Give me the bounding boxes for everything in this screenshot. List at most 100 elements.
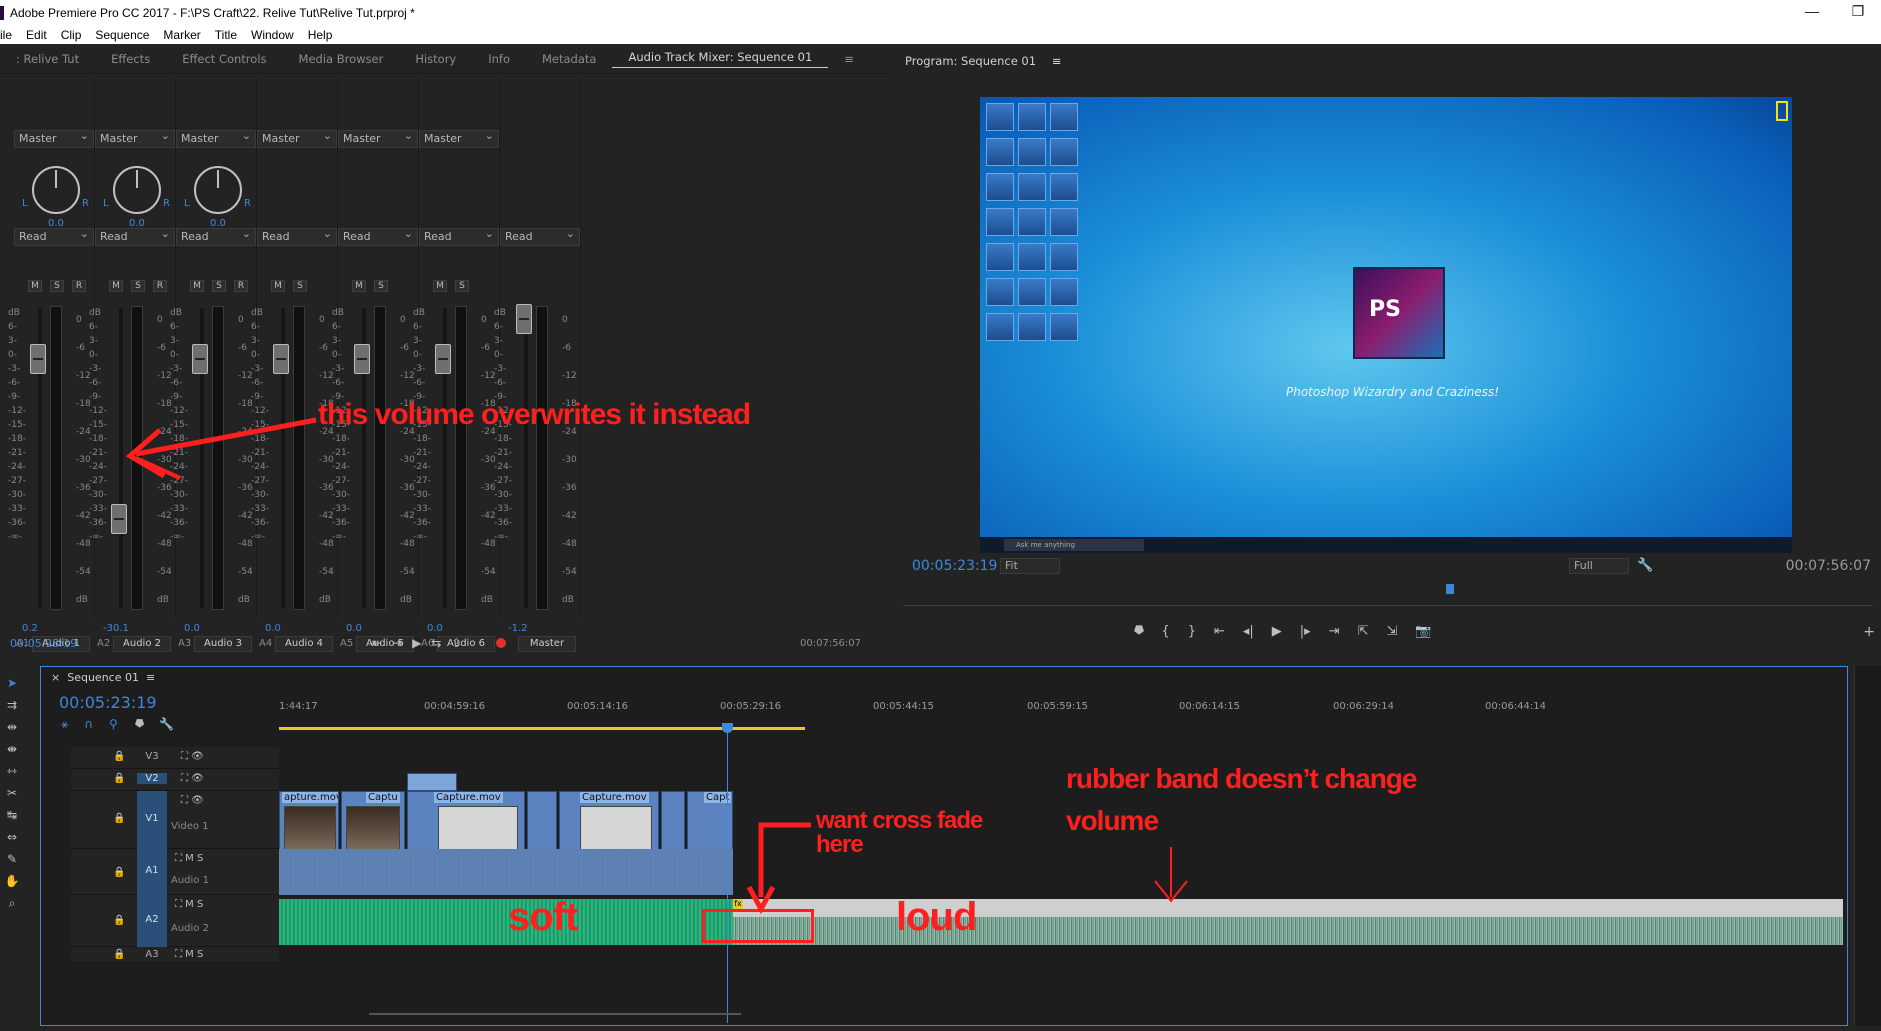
- video-clip[interactable]: Captu: [341, 791, 405, 853]
- volume-fader[interactable]: [273, 344, 289, 374]
- channel-button[interactable]: S: [50, 280, 64, 292]
- volume-fader[interactable]: [516, 304, 532, 334]
- go-to-out-icon[interactable]: ⇥: [1329, 624, 1340, 639]
- track-controls[interactable]: ⛶ M S: [175, 899, 203, 910]
- razor-tool-icon[interactable]: ✂: [7, 786, 17, 800]
- panel-menu-icon[interactable]: ≡: [1052, 54, 1062, 68]
- volume-fader[interactable]: [435, 344, 451, 374]
- tab-metadata[interactable]: Metadata: [526, 52, 612, 66]
- record-button[interactable]: [496, 638, 506, 648]
- menu-file[interactable]: ile: [0, 28, 12, 42]
- menu-help[interactable]: Help: [308, 28, 333, 42]
- lock-icon[interactable]: 🔒: [113, 867, 125, 878]
- program-playhead[interactable]: [1446, 584, 1454, 594]
- channel-button[interactable]: S: [374, 280, 388, 292]
- channel-button[interactable]: M: [352, 280, 366, 292]
- nest-icon[interactable]: ⚹: [61, 717, 68, 732]
- channel-button[interactable]: S: [131, 280, 145, 292]
- slide-tool-icon[interactable]: ⇔: [7, 830, 17, 844]
- volume-fader[interactable]: [192, 344, 208, 374]
- channel-button[interactable]: M: [28, 280, 42, 292]
- pan-knob[interactable]: [194, 166, 242, 214]
- video-clip[interactable]: [661, 791, 685, 853]
- minimize-button[interactable]: —: [1789, 0, 1835, 26]
- channel-button[interactable]: M: [190, 280, 204, 292]
- slip-tool-icon[interactable]: ↹: [7, 808, 17, 822]
- v2-clip[interactable]: [407, 773, 457, 791]
- channel-button[interactable]: S: [212, 280, 226, 292]
- audio-clip-a2-soft[interactable]: [279, 899, 733, 945]
- track-controls[interactable]: ⛶ M S: [175, 949, 203, 960]
- track-id[interactable]: A1: [137, 849, 167, 895]
- channel-button[interactable]: S: [293, 280, 307, 292]
- linked-selection-icon[interactable]: ⚲: [109, 717, 118, 732]
- scroll-thumb[interactable]: [369, 1013, 741, 1015]
- export-frame-icon[interactable]: 📷: [1415, 624, 1431, 639]
- add-marker-icon[interactable]: ⯂: [134, 717, 144, 732]
- menu-marker[interactable]: Marker: [163, 28, 200, 42]
- tab-history[interactable]: History: [399, 52, 472, 66]
- channel-button[interactable]: M: [271, 280, 285, 292]
- tab-project[interactable]: : Relive Tut: [0, 52, 95, 66]
- audio-clip-a1[interactable]: [279, 849, 733, 895]
- wrench-icon[interactable]: 🔧: [1637, 558, 1653, 573]
- pan-knob[interactable]: [113, 166, 161, 214]
- step-forward-icon[interactable]: |▸: [1300, 624, 1311, 639]
- lock-icon[interactable]: 🔒: [113, 915, 125, 926]
- tab-effects[interactable]: Effects: [95, 52, 166, 66]
- video-clip[interactable]: Capture.mov: [559, 791, 659, 853]
- quality-select[interactable]: Full: [1569, 558, 1629, 574]
- pen-tool-icon[interactable]: ✎: [7, 852, 17, 866]
- channel-button[interactable]: S: [455, 280, 469, 292]
- mark-out-icon[interactable]: }: [1188, 624, 1196, 639]
- automation-mode-select[interactable]: Read: [500, 226, 580, 246]
- timeline-timecode[interactable]: 00:05:23:19: [59, 693, 157, 712]
- panel-menu-icon[interactable]: ≡: [828, 52, 870, 66]
- restore-button[interactable]: ❐: [1835, 0, 1881, 26]
- menu-title[interactable]: Title: [215, 28, 237, 42]
- volume-fader[interactable]: [354, 344, 370, 374]
- lock-icon[interactable]: 🔒: [113, 751, 125, 762]
- selection-tool-icon[interactable]: ➤: [7, 676, 17, 690]
- track-id[interactable]: V2: [137, 773, 167, 784]
- step-back-icon[interactable]: ◂|: [1243, 624, 1254, 639]
- menu-sequence[interactable]: Sequence: [95, 28, 149, 42]
- go-to-in-icon[interactable]: ⇤: [1214, 624, 1225, 639]
- channel-button[interactable]: M: [109, 280, 123, 292]
- tab-media-browser[interactable]: Media Browser: [283, 52, 400, 66]
- timeline-ruler[interactable]: 1:44:17 00:04:59:16 00:05:14:16 00:05:29…: [279, 701, 1839, 731]
- track-id[interactable]: A3: [137, 949, 167, 960]
- volume-fader[interactable]: [111, 504, 127, 534]
- video-clip[interactable]: apture.mov: [279, 791, 339, 853]
- track-id[interactable]: A2: [137, 895, 167, 947]
- lock-icon[interactable]: 🔒: [113, 949, 125, 960]
- pan-knob[interactable]: [32, 166, 80, 214]
- rate-stretch-tool-icon[interactable]: ⇿: [7, 764, 17, 778]
- program-scrubber[interactable]: [903, 584, 1873, 606]
- track-id[interactable]: V1: [137, 791, 167, 849]
- menu-edit[interactable]: Edit: [26, 28, 47, 42]
- extract-icon[interactable]: ⇲: [1387, 624, 1398, 639]
- mark-in-icon[interactable]: {: [1161, 624, 1169, 639]
- program-timecode[interactable]: 00:05:23:19: [912, 558, 997, 574]
- rolling-edit-tool-icon[interactable]: ⇼: [7, 742, 17, 756]
- track-controls[interactable]: ⛶ M S: [175, 853, 203, 864]
- lock-icon[interactable]: 🔒: [113, 813, 125, 824]
- sequence-tab[interactable]: × Sequence 01 ≡: [51, 671, 155, 684]
- fader-track[interactable]: [524, 308, 528, 608]
- menu-clip[interactable]: Clip: [61, 28, 82, 42]
- track-select-tool-icon[interactable]: ⇉: [7, 698, 17, 712]
- zoom-select[interactable]: Fit: [1000, 558, 1060, 574]
- video-clip[interactable]: [527, 791, 557, 853]
- timeline-playhead[interactable]: [722, 723, 733, 1023]
- tab-audio-track-mixer[interactable]: Audio Track Mixer: Sequence 01: [612, 50, 829, 68]
- track-controls[interactable]: ⛶ 👁: [181, 751, 204, 762]
- track-controls[interactable]: ⛶ 👁: [181, 795, 204, 806]
- tab-info[interactable]: Info: [472, 52, 526, 66]
- track-controls[interactable]: ⛶ 👁: [181, 773, 204, 784]
- add-marker-icon[interactable]: ⯂: [1133, 624, 1143, 639]
- play-icon[interactable]: ▶: [1272, 624, 1282, 639]
- snap-icon[interactable]: ∩: [84, 717, 93, 732]
- lift-icon[interactable]: ⇱: [1358, 624, 1369, 639]
- menu-window[interactable]: Window: [251, 28, 294, 42]
